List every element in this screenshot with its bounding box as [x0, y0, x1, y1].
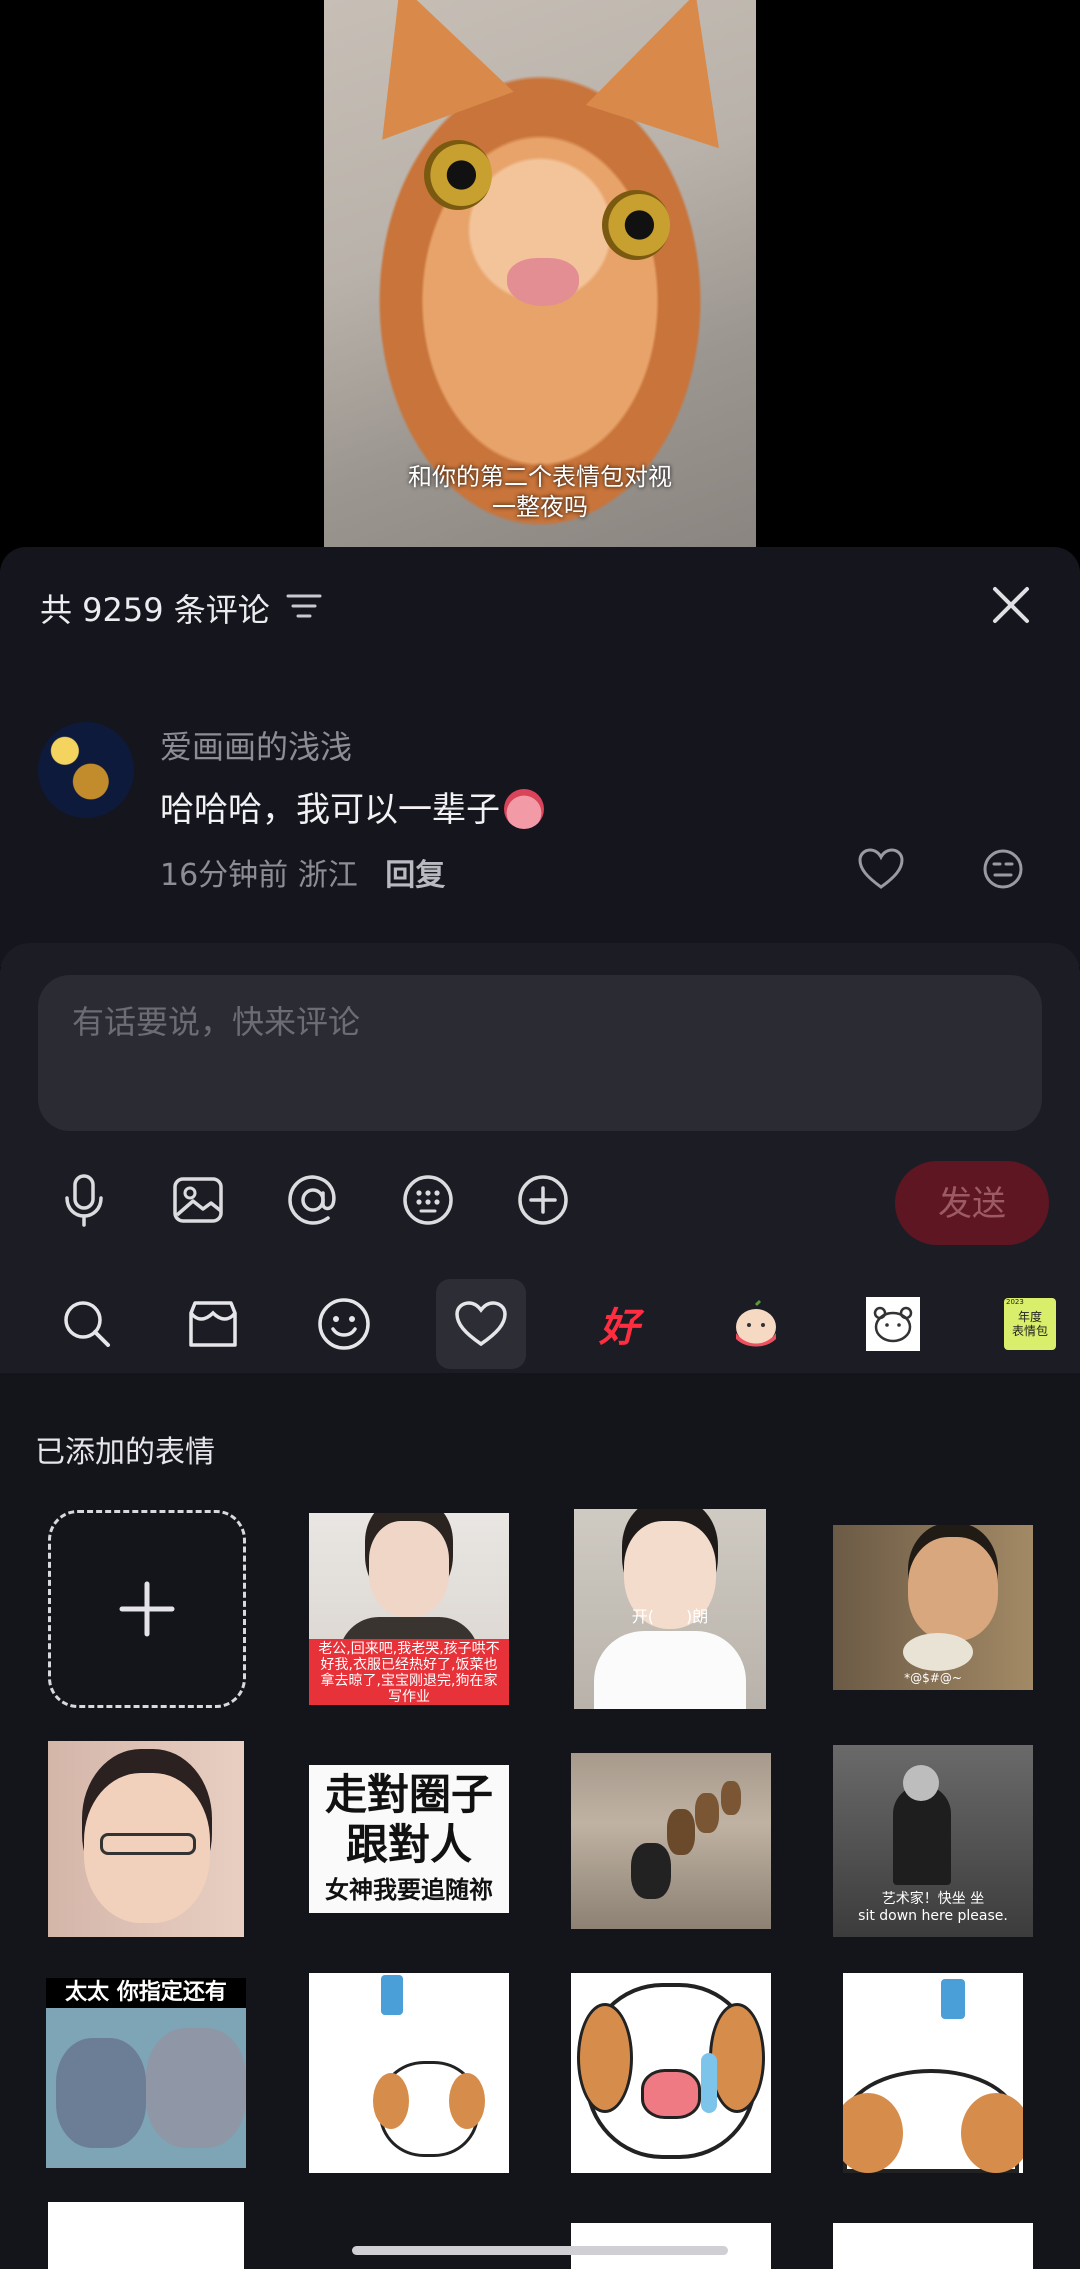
pig-emoji-icon — [504, 789, 544, 829]
avatar[interactable] — [38, 722, 134, 818]
sticker-11-ear-right — [961, 2093, 1023, 2173]
sticker-10-tear — [701, 2053, 717, 2113]
keyboard-icon[interactable] — [399, 1171, 457, 1229]
heart-icon[interactable] — [857, 847, 905, 891]
comment-text-content: 哈哈哈，我可以一辈子 — [160, 790, 500, 830]
sticker-8-tom — [56, 2038, 146, 2148]
heart-icon — [455, 1301, 507, 1347]
sticker-section-heading: 已添加的表情 — [35, 1435, 215, 1470]
peach-sticker-icon — [736, 1299, 776, 1347]
annual-sticker-year: 2023 — [1006, 1298, 1024, 1306]
sticker-3-face — [908, 1537, 998, 1641]
search-icon — [64, 1301, 110, 1347]
sticker-1[interactable]: 老公,回来吧,我老哭,孩子哄不好我,衣服已经热好了,饭菜也拿去晾了,宝宝刚退完,… — [309, 1513, 509, 1705]
sticker-9[interactable] — [309, 1973, 509, 2173]
comment-text: 哈哈哈，我可以一辈子 — [160, 782, 544, 831]
sticker-7-head — [903, 1765, 939, 1801]
tab-bear-sticker[interactable] — [848, 1279, 938, 1369]
tab-hao-sticker[interactable]: 好 — [574, 1279, 664, 1369]
sticker-8-caption: 太太 你指定还有 — [65, 1980, 227, 2005]
sticker-2-body — [594, 1631, 746, 1709]
sticker-11-bottle — [941, 1979, 965, 2019]
plus-icon — [119, 1581, 175, 1637]
bear-sticker-icon — [866, 1297, 920, 1351]
tab-search[interactable] — [42, 1279, 132, 1369]
tab-emoji[interactable] — [299, 1279, 389, 1369]
annual-sticker-icon: 2023 年度 表情包 — [1004, 1298, 1056, 1350]
hao-sticker-text: 好 — [599, 1305, 639, 1351]
sticker-3-caption: *@$#@~ — [904, 1671, 962, 1685]
cat-ear-left — [334, 0, 514, 140]
plus-circle-icon[interactable] — [514, 1171, 572, 1229]
video-player[interactable]: 和你的第二个表情包对视 一整夜吗 — [324, 0, 756, 547]
sticker-3-food — [903, 1633, 973, 1671]
comment-input[interactable] — [38, 975, 1042, 1131]
tab-store[interactable] — [168, 1279, 258, 1369]
sticker-2-caption: 开( )朗 — [631, 1607, 709, 1626]
sticker-6-dog-1 — [631, 1843, 671, 1899]
sticker-5-line3: 女神我要追随祢 — [325, 1875, 493, 1904]
sticker-1-face — [369, 1521, 449, 1617]
sticker-11[interactable] — [843, 1973, 1023, 2173]
cat-ear-right — [585, 0, 756, 149]
at-icon[interactable] — [284, 1171, 342, 1229]
comment-input-panel: 发送 好 — [0, 943, 1080, 1373]
sticker-3[interactable]: *@$#@~ — [833, 1525, 1033, 1690]
sticker-12[interactable] — [48, 2202, 244, 2269]
sticker-5-line1: 走對圈子 — [324, 1770, 493, 1819]
cat-nose — [507, 258, 579, 306]
sticker-6[interactable] — [571, 1753, 771, 1929]
sticker-4[interactable] — [48, 1741, 244, 1937]
tab-annual-sticker[interactable]: 2023 年度 表情包 — [985, 1279, 1075, 1369]
cat-eye-right — [602, 190, 670, 260]
sticker-9-ear-right — [449, 2073, 485, 2129]
microphone-icon[interactable] — [55, 1171, 113, 1229]
tab-peach-sticker[interactable] — [711, 1279, 801, 1369]
sticker-panel: 已添加的表情 老公,回来吧,我老哭,孩子哄不好我,衣服已经热好了,饭菜也拿去晾了… — [0, 1373, 1080, 2269]
sort-icon[interactable] — [286, 591, 322, 621]
sticker-5-line2: 跟對人 — [345, 1820, 472, 1869]
sticker-9-ear-left — [373, 2073, 409, 2129]
sticker-4-glasses — [100, 1833, 196, 1855]
add-sticker-button[interactable] — [48, 1510, 246, 1708]
comment-meta: 16分钟前 浙江 回复 — [160, 850, 445, 894]
comment-location: 浙江 — [297, 858, 358, 893]
reply-button[interactable]: 回复 — [385, 858, 445, 893]
sticker-2[interactable]: 开( )朗 — [574, 1509, 766, 1709]
close-icon[interactable] — [985, 579, 1037, 631]
tab-favorites[interactable] — [436, 1279, 526, 1369]
sticker-7-caption: 艺术家！快坐 坐 sit down here please. — [858, 1891, 1008, 1924]
sticker-6-dog-2 — [667, 1809, 695, 1855]
sticker-8-elephant — [146, 2028, 246, 2148]
sticker-1-caption: 老公,回来吧,我老哭,孩子哄不好我,衣服已经热好了,饭菜也拿去晾了,宝宝刚退完,… — [318, 1641, 500, 1705]
dislike-face-icon[interactable] — [981, 847, 1025, 891]
comment-count: 共 9259 条评论 — [40, 591, 270, 629]
sticker-6-dog-4 — [721, 1781, 741, 1815]
video-caption: 和你的第二个表情包对视 一整夜吗 — [408, 463, 672, 521]
send-button[interactable]: 发送 — [895, 1161, 1049, 1245]
sticker-5[interactable]: 走對圈子 跟對人 女神我要追随祢 — [309, 1765, 509, 1913]
comments-sheet: 共 9259 条评论 爱画画的浅浅 哈哈哈，我可以一辈子 16分钟前 浙江 回复 — [0, 547, 1080, 967]
cat-eye-left — [424, 140, 492, 210]
sticker-7[interactable]: 艺术家！快坐 坐 sit down here please. — [833, 1745, 1033, 1937]
annual-sticker-text: 年度 表情包 — [1011, 1310, 1048, 1338]
smiley-icon — [318, 1298, 370, 1350]
sticker-10-mouth — [641, 2069, 701, 2119]
sticker-8[interactable]: 太太 你指定还有 — [46, 1978, 246, 2168]
sticker-10-ear-left — [577, 2003, 633, 2113]
sticker-14[interactable] — [833, 2223, 1033, 2269]
comment-time: 16分钟前 — [160, 858, 289, 893]
image-icon[interactable] — [169, 1171, 227, 1229]
comment-author[interactable]: 爱画画的浅浅 — [160, 722, 352, 768]
home-indicator[interactable] — [352, 2246, 728, 2255]
sticker-9-bottle — [381, 1975, 403, 2015]
box-icon — [189, 1301, 237, 1347]
sticker-10-ear-right — [709, 2003, 765, 2113]
sticker-6-dog-3 — [695, 1793, 719, 1833]
sticker-10[interactable] — [571, 1973, 771, 2173]
